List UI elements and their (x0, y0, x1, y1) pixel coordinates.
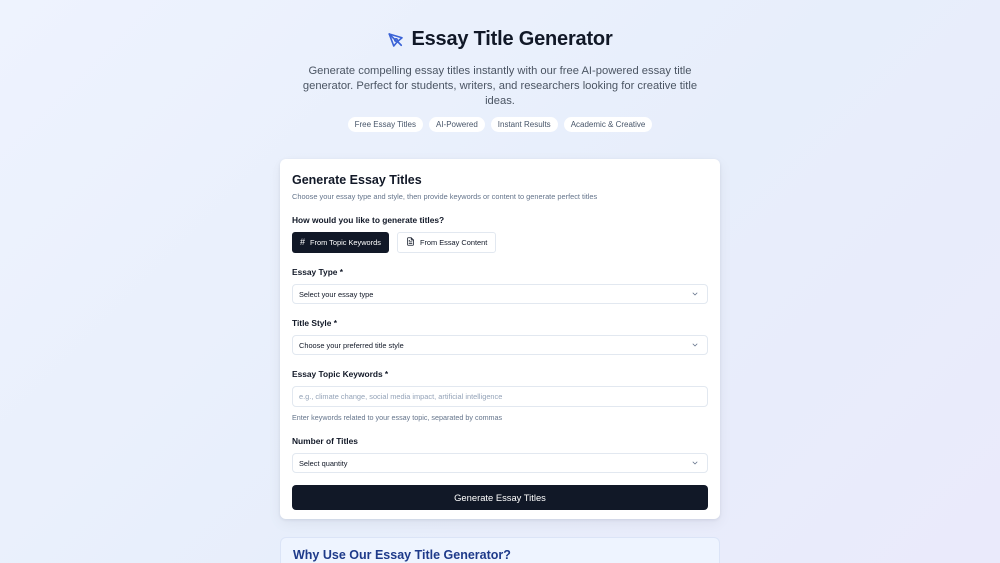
feature-chips: Free Essay Titles AI-Powered Instant Res… (0, 117, 1000, 132)
keywords-label: Essay Topic Keywords * (292, 369, 389, 379)
title-style-select[interactable]: Choose your preferred title style (292, 335, 708, 355)
hash-icon: # (300, 237, 306, 247)
title-style-field: Title Style * Choose your preferred titl… (292, 318, 708, 355)
essay-type-value: Select your essay type (299, 289, 374, 299)
keywords-hint: Enter keywords related to your essay top… (292, 413, 503, 422)
keywords-input[interactable] (292, 386, 708, 407)
essay-type-label: Essay Type * (292, 267, 344, 277)
hero-title-row: Essay Title Generator (0, 28, 1000, 51)
mode-topic-keywords-button[interactable]: # From Topic Keywords (292, 232, 389, 253)
why-use-heading: Why Use Our Essay Title Generator? (293, 548, 511, 562)
generate-titles-button[interactable]: Generate Essay Titles (292, 485, 708, 510)
keywords-field: Essay Topic Keywords * Enter keywords re… (292, 369, 708, 422)
mode-essay-content-label: From Essay Content (419, 238, 488, 247)
chevron-down-icon (691, 341, 699, 349)
chip-academic-creative: Academic & Creative (563, 117, 653, 132)
mode-essay-content-button[interactable]: From Essay Content (396, 232, 497, 253)
page-title: Essay Title Generator (411, 28, 613, 50)
title-count-field: Number of Titles Select quantity (292, 436, 708, 473)
hero-section: Essay Title Generator Generate compellin… (0, 28, 1000, 132)
page-subtitle: Generate compelling essay titles instant… (302, 65, 698, 107)
title-style-value: Choose your preferred title style (299, 340, 404, 350)
mode-question-label: How would you like to generate titles? (292, 215, 445, 225)
generator-form-card: Generate Essay Titles Choose your essay … (280, 159, 720, 519)
document-icon (406, 237, 415, 248)
essay-type-select[interactable]: Select your essay type (292, 284, 708, 304)
chevron-down-icon (691, 459, 699, 467)
why-use-section: Why Use Our Essay Title Generator? (280, 537, 720, 563)
title-count-select[interactable]: Select quantity (292, 453, 708, 473)
chip-free-essay-titles: Free Essay Titles (347, 117, 423, 132)
chip-instant-results: Instant Results (490, 117, 558, 132)
title-count-value: Select quantity (299, 458, 348, 468)
generation-mode-toggle: # From Topic Keywords From Essay Content (292, 232, 708, 253)
chevron-down-icon (691, 290, 699, 298)
title-style-label: Title Style * (292, 318, 337, 328)
form-description: Choose your essay type and style, then p… (292, 192, 598, 201)
chip-ai-powered: AI-Powered (428, 117, 485, 132)
mode-topic-keywords-label: From Topic Keywords (310, 238, 381, 247)
pen-tool-icon (387, 31, 405, 49)
title-count-label: Number of Titles (292, 436, 358, 446)
form-title: Generate Essay Titles (292, 173, 422, 187)
essay-type-field: Essay Type * Select your essay type (292, 267, 708, 304)
